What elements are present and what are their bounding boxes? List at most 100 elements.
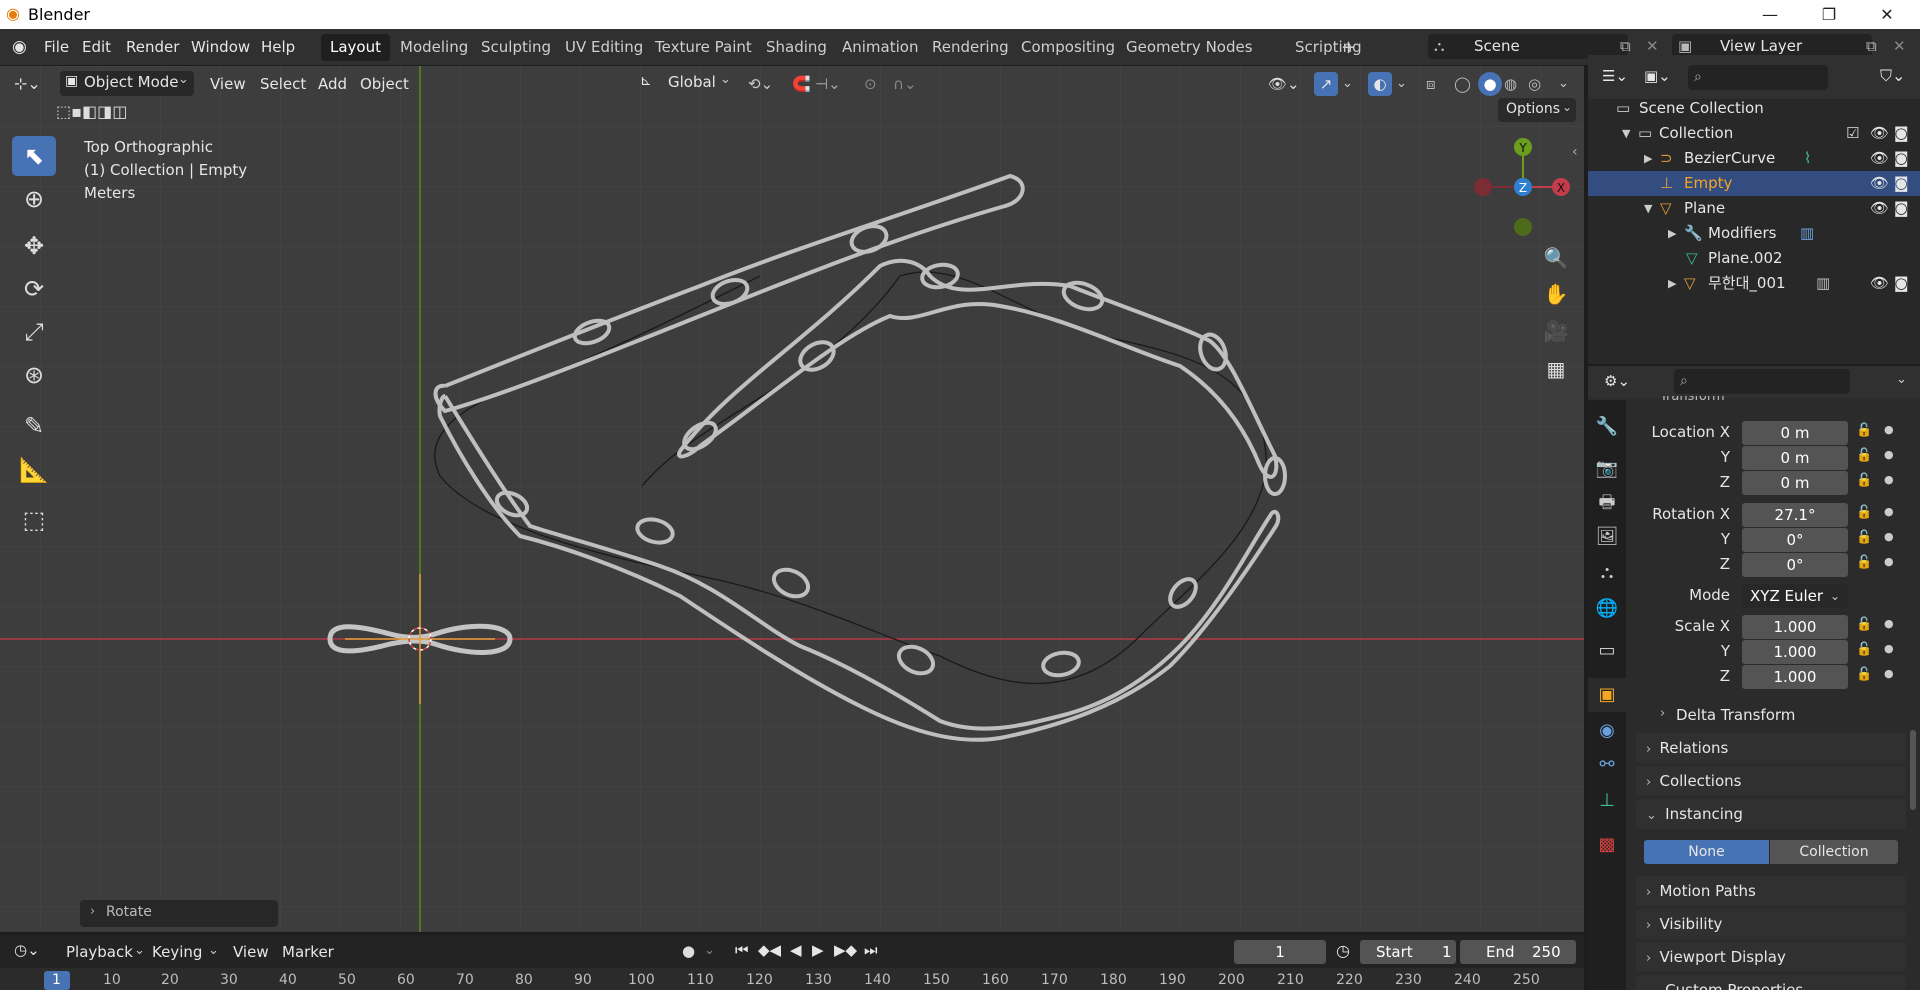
- end-frame-field[interactable]: End 250: [1460, 940, 1576, 964]
- world-tab-icon[interactable]: 🌐: [1588, 592, 1626, 626]
- viewport-menu-add[interactable]: Add: [318, 72, 347, 96]
- expand-down-icon[interactable]: ▼: [1622, 121, 1630, 146]
- camera-view-button[interactable]: 🎥: [1540, 315, 1572, 347]
- lock-icon[interactable]: 🔓: [1856, 667, 1872, 682]
- play-reverse-icon[interactable]: ◀: [790, 941, 802, 959]
- current-frame-field[interactable]: 1: [1234, 940, 1326, 964]
- play-icon[interactable]: ▶: [812, 941, 824, 959]
- move-tool[interactable]: ✥: [12, 226, 56, 266]
- camera-render-icon[interactable]: ◙: [1894, 171, 1909, 196]
- prev-keyframe-icon[interactable]: ◆◀: [758, 941, 781, 959]
- jump-start-icon[interactable]: ⏮: [735, 941, 749, 959]
- view-layer-tab-icon[interactable]: 🖼: [1588, 520, 1626, 554]
- keyframe-dot-icon[interactable]: ●: [1884, 473, 1894, 486]
- keyframe-dot-icon[interactable]: ●: [1884, 505, 1894, 518]
- scale-x-field[interactable]: 1.000: [1742, 615, 1848, 639]
- custom-properties-panel-header[interactable]: ⌄ Custom Properties: [1636, 975, 1906, 990]
- data-tab-icon[interactable]: ⊥: [1588, 784, 1626, 818]
- properties-scrollbar[interactable]: [1910, 730, 1916, 810]
- keyframe-dot-icon[interactable]: ●: [1884, 555, 1894, 568]
- expand-right-icon[interactable]: ▶: [1668, 271, 1676, 296]
- outliner-row[interactable]: ▶ ▽ 무한대_001 ▥ 👁 ◙: [1588, 271, 1920, 296]
- keyframe-dot-icon[interactable]: ●: [1884, 423, 1894, 436]
- solid-shading-icon[interactable]: ●: [1478, 72, 1502, 96]
- sidebar-toggle-icon[interactable]: ‹: [1572, 144, 1578, 160]
- tab-geometry-nodes[interactable]: Geometry Nodes: [1117, 34, 1262, 61]
- collections-panel-header[interactable]: › Collections: [1636, 766, 1906, 796]
- next-keyframe-icon[interactable]: ▶◆: [834, 941, 857, 959]
- remove-view-layer-icon[interactable]: ✕: [1893, 37, 1906, 55]
- outliner-row[interactable]: ▭ Scene Collection: [1588, 96, 1920, 121]
- camera-render-icon[interactable]: ◙: [1894, 146, 1909, 171]
- 3d-viewport[interactable]: Top Orthographic (1) Collection | Empty …: [0, 66, 1584, 932]
- timeline-menu-view[interactable]: View: [233, 943, 269, 961]
- tab-uv-editing[interactable]: UV Editing: [556, 34, 652, 61]
- motion-paths-panel-header[interactable]: › Motion Paths: [1636, 876, 1906, 906]
- lock-icon[interactable]: 🔓: [1856, 555, 1872, 570]
- close-button[interactable]: ✕: [1864, 0, 1910, 29]
- expand-right-icon[interactable]: ▶: [1644, 146, 1652, 171]
- wireframe-shading-icon[interactable]: ◯: [1454, 72, 1471, 96]
- blender-menu-icon[interactable]: ◉: [12, 37, 27, 57]
- instancing-none-button[interactable]: None: [1644, 840, 1769, 864]
- options-dropdown[interactable]: Options ⌄: [1498, 98, 1576, 122]
- select-mode-icons[interactable]: ⬚▪◧◨◫: [56, 102, 127, 121]
- keyframe-dot-icon[interactable]: ●: [1884, 448, 1894, 461]
- visibility-panel-header[interactable]: › Visibility: [1636, 909, 1906, 939]
- outliner-row[interactable]: ▶ 🔧 Modifiers ▥: [1588, 221, 1920, 246]
- timeline-menu-playback[interactable]: Playback: [66, 943, 133, 961]
- viewport-menu-view[interactable]: View: [210, 72, 246, 96]
- transform-section-header[interactable]: Transform: [1660, 396, 1725, 404]
- collection-tab-icon[interactable]: ▭: [1588, 634, 1626, 668]
- xray-toggle-icon[interactable]: ⧈: [1426, 72, 1436, 96]
- output-tab-icon[interactable]: 🖶: [1588, 486, 1626, 520]
- instancing-collection-button[interactable]: Collection: [1770, 840, 1898, 864]
- measure-tool[interactable]: 📐: [12, 450, 56, 490]
- clock-icon[interactable]: ◷: [1336, 941, 1350, 960]
- mode-selector[interactable]: ▣ Object Mode ⌄: [60, 71, 194, 96]
- eye-icon[interactable]: 👁: [1870, 121, 1889, 146]
- falloff-icon[interactable]: ∩⌄: [893, 72, 917, 96]
- tab-shading[interactable]: Shading: [757, 34, 836, 61]
- camera-render-icon[interactable]: ◙: [1894, 271, 1909, 296]
- constraints-tab-icon[interactable]: ⚯: [1588, 748, 1626, 782]
- overlay-toggle-icon[interactable]: ◐: [1368, 72, 1392, 96]
- eye-icon[interactable]: 👁: [1870, 196, 1889, 221]
- rotation-x-field[interactable]: 27.1°: [1742, 503, 1848, 527]
- relations-panel-header[interactable]: › Relations: [1636, 733, 1906, 763]
- rotation-mode-dropdown[interactable]: XYZ Euler ⌄: [1742, 584, 1848, 608]
- tab-compositing[interactable]: Compositing: [1012, 34, 1124, 61]
- tool-tab-icon[interactable]: 🔧: [1588, 410, 1626, 444]
- lock-icon[interactable]: 🔓: [1856, 505, 1872, 520]
- tab-modeling[interactable]: Modeling: [391, 34, 477, 61]
- keyframe-dot-icon[interactable]: ●: [1884, 530, 1894, 543]
- annotate-tool[interactable]: ✎: [12, 406, 56, 446]
- snap-target-icon[interactable]: ⊣⌄: [815, 72, 841, 96]
- tab-texture-paint[interactable]: Texture Paint: [646, 34, 761, 61]
- object-tab-icon[interactable]: ▣: [1588, 678, 1626, 712]
- material-shading-icon[interactable]: ◍: [1504, 72, 1517, 96]
- minimize-button[interactable]: —: [1747, 0, 1793, 29]
- lock-icon[interactable]: 🔓: [1856, 423, 1872, 438]
- scene-tab-icon[interactable]: ⛬: [1588, 556, 1626, 590]
- location-y-field[interactable]: 0 m: [1742, 446, 1848, 470]
- texture-tab-icon[interactable]: ▩: [1588, 828, 1626, 862]
- transform-tool[interactable]: ⊛: [12, 355, 56, 395]
- editor-type-icon[interactable]: ⊹⌄: [14, 72, 41, 96]
- outliner-row[interactable]: ⊥ Empty 👁 ◙: [1588, 171, 1920, 196]
- chevron-down-icon[interactable]: ⌄: [704, 943, 715, 958]
- pan-button[interactable]: ✋: [1540, 278, 1572, 310]
- proportional-edit-icon[interactable]: ⊙: [864, 72, 877, 96]
- chevron-down-icon[interactable]: ⌄: [1896, 372, 1907, 387]
- expand-right-icon[interactable]: ▶: [1668, 221, 1676, 246]
- lock-icon[interactable]: 🔓: [1856, 642, 1872, 657]
- tab-sculpting[interactable]: Sculpting: [472, 34, 560, 61]
- physics-tab-icon[interactable]: ◉: [1588, 714, 1626, 748]
- start-frame-field[interactable]: Start 1: [1360, 940, 1456, 964]
- lock-icon[interactable]: 🔓: [1856, 473, 1872, 488]
- outliner-row[interactable]: ▽ Plane.002: [1588, 246, 1920, 271]
- select-box-tool[interactable]: ⬉: [12, 136, 56, 176]
- new-view-layer-icon[interactable]: ⧉: [1866, 37, 1877, 55]
- snap-icon[interactable]: 🧲: [792, 72, 811, 96]
- new-scene-icon[interactable]: ⧉: [1620, 37, 1631, 55]
